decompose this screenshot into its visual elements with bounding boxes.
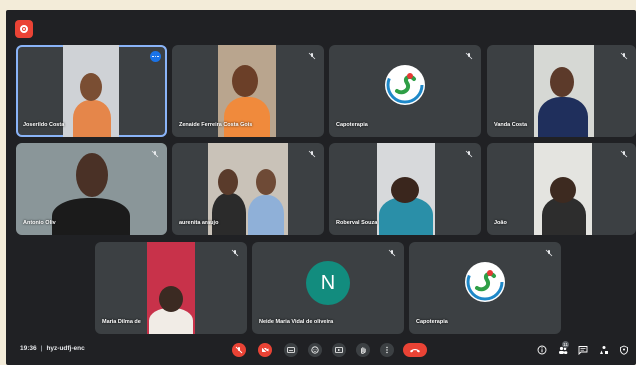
participant-tile[interactable]: Roberval Souza [329,143,481,235]
participant-video [147,242,195,334]
participant-name: Maria Dilma de [102,319,141,325]
meeting-code: hyz-udfj-enc [46,345,85,352]
host-controls-button[interactable] [618,344,629,355]
participant-tile[interactable]: aurenita araujo [172,143,324,235]
raise-hand-icon [361,347,366,354]
participant-video [208,143,288,235]
meeting-time: 19:36 [20,345,37,352]
mic-off-icon [235,346,243,354]
participant-name: Zenaide Ferreira Costa Gois [179,122,253,128]
captions-icon [287,347,295,353]
capoterapia-logo [465,262,505,303]
participant-name: Capoterapia [416,319,448,325]
emoji-button[interactable] [308,343,322,357]
mic-off-icon [465,150,473,158]
info-button[interactable] [536,344,547,355]
raise-hand-button[interactable] [356,343,370,357]
mic-off-icon [545,249,553,257]
participant-tile[interactable]: João [487,143,636,235]
participant-name: Capoterapia [336,122,368,128]
participant-video [534,45,594,137]
participant-tile[interactable]: Capoterapia [329,45,481,137]
participant-video [63,45,119,137]
separator: | [40,345,43,352]
participant-name: Roberval Souza [336,220,378,226]
participant-name: Vanda Costa [494,122,528,128]
participant-tile[interactable]: Zenaide Ferreira Costa Gois [172,45,324,137]
info-icon [537,345,546,354]
mic-off-icon [620,52,628,60]
participant-tile[interactable]: N Neide Maria Vidal de oliveira [252,242,404,334]
participant-tile[interactable]: Joserildo Costa [16,45,167,137]
avatar: N [306,261,350,306]
recording-icon[interactable] [15,20,33,38]
present-button[interactable] [332,343,346,357]
participant-tile[interactable]: Capoterapia [409,242,561,334]
activities-button[interactable] [598,344,609,355]
participant-tile[interactable]: Vanda Costa [487,45,636,137]
host-controls-icon [619,345,628,355]
people-count-badge: 11 [562,341,569,348]
mic-off-icon [308,150,316,158]
participant-name: Neide Maria Vidal de oliveira [259,319,334,325]
participant-name: Antonio Oliv [23,220,56,226]
people-button[interactable]: 11 [557,341,569,355]
participant-video [377,143,435,235]
capoterapia-logo [385,65,425,106]
more-options-icon [386,346,388,354]
participant-name: aurenita araujo [179,220,219,226]
more-options-icon[interactable] [150,51,161,62]
bottom-toolbar: 19:36 | hyz-udfj-enc 11 [6,339,636,365]
mic-off-icon [308,52,316,60]
emoji-icon [311,346,319,354]
mic-toggle-button[interactable] [232,343,246,357]
leave-call-icon [410,349,420,353]
participant-name: Joserildo Costa [23,122,65,128]
participant-tile[interactable]: Maria Dilma de [95,242,247,334]
participant-name: João [494,220,507,226]
chat-button[interactable] [577,344,588,355]
activities-icon [599,345,608,354]
chat-icon [578,345,587,355]
participant-tile[interactable]: Antonio Oliv [16,143,167,235]
more-options-button[interactable] [380,343,394,357]
participant-video [534,143,592,235]
mic-off-icon [620,150,628,158]
mic-off-icon [465,52,473,60]
mic-off-icon [231,249,239,257]
present-icon [335,347,343,353]
mic-off-icon [151,150,159,158]
meeting-info: 19:36 | hyz-udfj-enc [20,345,85,352]
captions-button[interactable] [284,343,298,357]
camera-toggle-button[interactable] [258,343,272,357]
camera-off-icon [261,346,269,354]
leave-call-button[interactable] [403,343,427,357]
mic-off-icon [388,249,396,257]
meet-window: Joserildo Costa Zenaide Ferreira Costa G… [6,10,636,365]
